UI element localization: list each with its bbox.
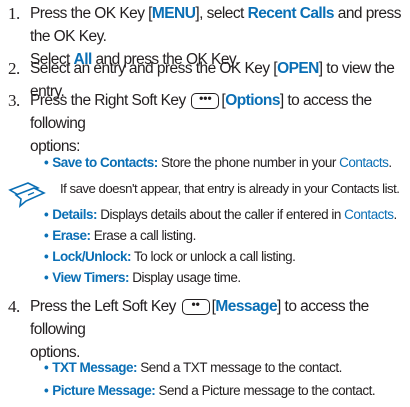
list-item: • Picture Message: Send a Picture message… — [44, 381, 408, 400]
bullet: • — [44, 360, 49, 375]
list-item: • Lock/Unlock: To lock or unlock a call l… — [44, 247, 408, 266]
options-label: Options — [225, 92, 280, 109]
option-text: Store the phone number in your — [157, 155, 340, 170]
text-run: Press the Left Soft Key — [30, 298, 180, 315]
text-run: ], select — [195, 5, 248, 22]
step-number: 3. — [8, 91, 20, 110]
menu-key-label: MENU — [151, 5, 196, 22]
step-text: Press the Right Soft Key ••• [Options] to… — [30, 89, 408, 158]
list-item: • TXT Message: Send a TXT message to the … — [44, 358, 408, 377]
bullet: • — [44, 207, 49, 222]
option-text: To lock or unlock a call listing. — [131, 249, 296, 264]
option-term: View Timers: — [52, 270, 130, 285]
option-text: Erase a call listing. — [90, 228, 197, 243]
message-label: Message — [215, 298, 278, 315]
option-term: Details: — [52, 207, 98, 222]
text-run: Select an entry and press the OK Key [ — [30, 60, 278, 77]
list-item: • Details: Displays details about the cal… — [44, 207, 397, 222]
step-number: 1. — [8, 4, 20, 23]
list-item: • Save to Contacts: Store the phone numbe… — [44, 155, 392, 170]
option-text: Send a Picture message to the contact. — [155, 383, 376, 398]
note-text: If save doesn't appear, that entry is al… — [60, 181, 400, 196]
option-text: Displays details about the caller if ent… — [97, 207, 345, 222]
list-item: • Erase: Erase a call listing. — [44, 226, 408, 245]
option-term: Lock/Unlock: — [52, 249, 131, 264]
option-text: Send a TXT message to the contact. — [137, 360, 342, 375]
left-soft-key-icon: •• — [181, 298, 210, 315]
option-term: Picture Message: — [52, 383, 156, 398]
bullet: • — [44, 228, 49, 243]
bullet: • — [44, 383, 49, 398]
text-run: Press the Right Soft Key — [30, 92, 190, 109]
list-item: • View Timers: Display usage time. — [44, 268, 408, 287]
bullet: • — [44, 270, 49, 285]
step-text: Press the Left Soft Key •• [Message] to a… — [30, 295, 408, 364]
note-icon — [8, 182, 46, 208]
bullet: • — [44, 249, 49, 264]
recent-calls-label: Recent Calls — [247, 5, 335, 22]
option-term: Erase: — [52, 228, 91, 243]
contacts-link: Contacts — [344, 207, 394, 222]
text-run: Press the OK Key [ — [30, 5, 152, 22]
bullet: • — [44, 155, 49, 170]
open-key-label: OPEN — [277, 60, 319, 77]
option-term: Save to Contacts: — [52, 155, 158, 170]
right-soft-key-icon: ••• — [191, 92, 220, 109]
option-text: Display usage time. — [129, 270, 241, 285]
contacts-link: Contacts — [339, 155, 389, 170]
instruction-page: 1. Press the OK Key [MENU], select Recen… — [0, 0, 410, 407]
step-number: 2. — [8, 59, 20, 78]
option-term: TXT Message: — [52, 360, 138, 375]
step-number: 4. — [8, 297, 20, 316]
